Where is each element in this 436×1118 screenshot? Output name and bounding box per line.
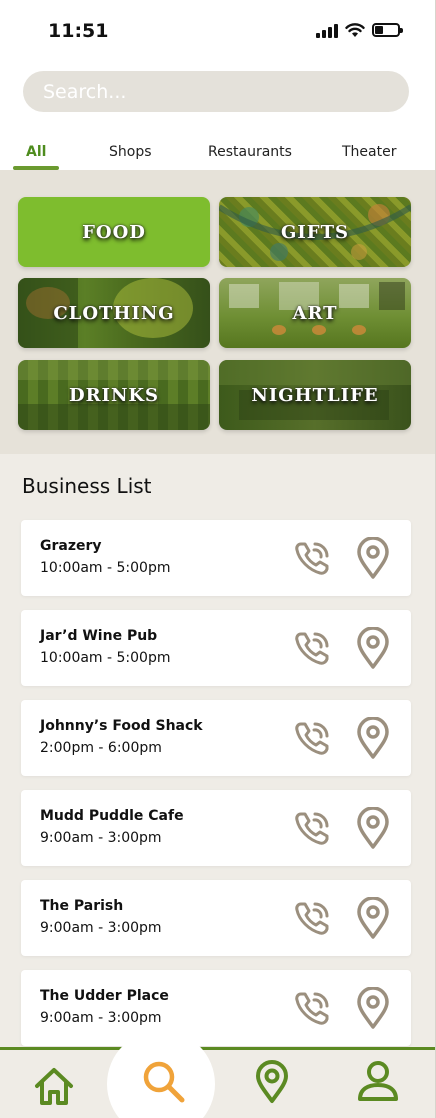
phone-call-icon[interactable] [291, 808, 333, 850]
phone-call-icon[interactable] [291, 898, 333, 940]
category-tabs: All Shops Restaurants Theater [0, 122, 435, 170]
category-gifts[interactable]: GIFTS [219, 197, 411, 267]
category-drinks[interactable]: DRINKS [18, 360, 210, 430]
business-card[interactable]: The Parish 9:00am - 3:00pm [21, 880, 411, 956]
map-pin-icon[interactable] [355, 896, 391, 939]
map-pin-icon[interactable] [355, 806, 391, 849]
map-pin-icon[interactable] [355, 626, 391, 669]
category-clothing[interactable]: CLOTHING [18, 278, 210, 348]
tab-theater[interactable]: Theater [342, 144, 396, 160]
search-icon[interactable] [140, 1058, 186, 1104]
category-food[interactable]: FOOD [18, 197, 210, 267]
business-hours: 2:00pm - 6:00pm [40, 740, 162, 756]
home-icon[interactable] [33, 1066, 75, 1106]
business-name: Grazery [40, 538, 102, 554]
phone-call-icon[interactable] [291, 988, 333, 1030]
business-name: The Udder Place [40, 988, 169, 1004]
category-label: NIGHTLIFE [251, 384, 379, 406]
business-hours: 9:00am - 3:00pm [40, 830, 162, 846]
business-card[interactable]: Mudd Puddle Cafe 9:00am - 3:00pm [21, 790, 411, 866]
phone-call-icon[interactable] [291, 718, 333, 760]
business-hours: 9:00am - 3:00pm [40, 1010, 162, 1026]
tab-shops[interactable]: Shops [109, 144, 152, 160]
category-label: ART [292, 302, 338, 324]
business-card[interactable]: Jar’d Wine Pub 10:00am - 5:00pm [21, 610, 411, 686]
category-grid: FOOD GIFTS CLOTHING ART DRINKS NIGHTLIFE [0, 170, 435, 454]
map-pin-icon[interactable] [355, 536, 391, 579]
status-bar: 11:51 [0, 0, 435, 60]
category-label: GIFTS [281, 221, 349, 243]
profile-icon[interactable] [356, 1060, 400, 1102]
business-hours: 9:00am - 3:00pm [40, 920, 162, 936]
phone-call-icon[interactable] [291, 538, 333, 580]
business-hours: 10:00am - 5:00pm [40, 650, 171, 666]
business-name: The Parish [40, 898, 124, 914]
category-label: DRINKS [68, 384, 160, 406]
business-name: Johnny’s Food Shack [40, 718, 203, 734]
map-pin-icon[interactable] [254, 1060, 290, 1104]
tab-all[interactable]: All [26, 144, 46, 160]
category-label: FOOD [82, 221, 146, 243]
status-time: 11:51 [48, 20, 109, 42]
business-card[interactable]: Grazery 10:00am - 5:00pm [21, 520, 411, 596]
phone-call-icon[interactable] [291, 628, 333, 670]
business-list-title: Business List [22, 474, 152, 498]
business-card[interactable]: The Udder Place 9:00am - 3:00pm [21, 970, 411, 1046]
business-name: Jar’d Wine Pub [40, 628, 158, 644]
wifi-icon [345, 23, 365, 37]
business-name: Mudd Puddle Cafe [40, 808, 184, 824]
signal-icon [316, 24, 338, 38]
search-input[interactable] [23, 71, 409, 112]
category-art[interactable]: ART [219, 278, 411, 348]
tab-restaurants[interactable]: Restaurants [208, 144, 292, 160]
phone-screen: 11:51 All Shops Restaurants Theater FOOD [0, 0, 436, 1118]
map-pin-icon[interactable] [355, 986, 391, 1029]
map-pin-icon[interactable] [355, 716, 391, 759]
business-card[interactable]: Johnny’s Food Shack 2:00pm - 6:00pm [21, 700, 411, 776]
battery-icon [372, 23, 403, 37]
category-label: CLOTHING [53, 302, 175, 324]
search-bar [0, 60, 435, 122]
category-nightlife[interactable]: NIGHTLIFE [219, 360, 411, 430]
business-hours: 10:00am - 5:00pm [40, 560, 171, 576]
